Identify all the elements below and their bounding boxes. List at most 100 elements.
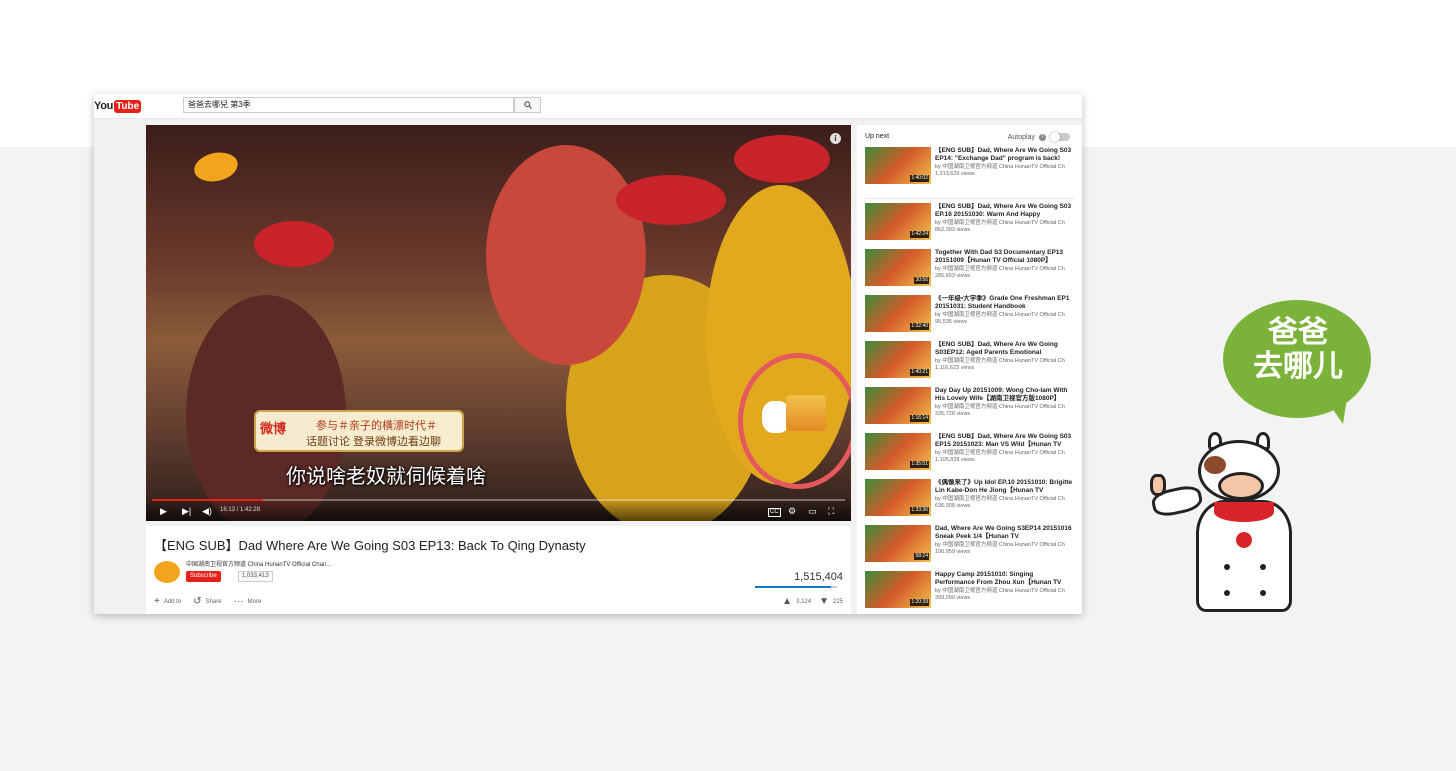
info-icon[interactable]: i xyxy=(830,133,841,144)
video-item-channel[interactable]: by 中国湖南卫视官方频道 China HunanTV Official Ch xyxy=(935,587,1074,595)
brand-bubble-tail xyxy=(1325,398,1347,424)
play-icon[interactable]: ▶ xyxy=(160,506,167,516)
video-item-title[interactable]: 【ENG SUB】Dad, Where Are We Going S03 EP.… xyxy=(935,203,1074,219)
search-button[interactable] xyxy=(514,97,541,113)
video-thumbnail[interactable]: 1:16:14 xyxy=(865,387,931,424)
up-next-item[interactable]: 1:35:51 【ENG SUB】Dad, Where Are We Going … xyxy=(865,433,1074,479)
video-item-title[interactable]: 《偶像来了》Up Idol EP.10 20151010: Brigitte L… xyxy=(935,479,1074,495)
logo-you-text: You xyxy=(94,100,114,112)
video-meta: Happy Camp 20151010: Singing Performance… xyxy=(931,571,1074,614)
up-next-item[interactable]: 1:42:24 【ENG SUB】Dad, Where Are We Going … xyxy=(865,203,1074,249)
share-button[interactable]: ↺ Share xyxy=(193,596,221,607)
up-next-item[interactable]: 1:40:02 【ENG SUB】Dad, Where Are We Going … xyxy=(865,147,1074,199)
up-next-item[interactable]: 30:56 Together With Dad S3 Documentary EP… xyxy=(865,249,1074,295)
video-item-title[interactable]: Day Day Up 20151009: Wong Cho-lam With H… xyxy=(935,387,1074,403)
video-thumbnail[interactable]: 58:24 xyxy=(865,525,931,562)
video-subtitle: 你说啥老奴就伺候着啥 xyxy=(286,466,486,488)
thumbs-down-icon[interactable]: ▼ xyxy=(819,596,829,607)
mascot-spot xyxy=(1204,456,1226,474)
brand-line-2: 去哪儿 xyxy=(1253,350,1343,383)
channel-avatar[interactable] xyxy=(154,561,180,583)
video-item-title[interactable]: Dad, Where Are We Going S3EP14 20151016 … xyxy=(935,525,1074,541)
up-next-item[interactable]: 1:16:14 Day Day Up 20151009: Wong Cho-lam… xyxy=(865,387,1074,433)
video-item-title[interactable]: 【ENG SUB】Dad, Where Are We Going S03EP12… xyxy=(935,341,1074,357)
video-meta: 【ENG SUB】Dad, Where Are We Going S03 EP1… xyxy=(931,147,1074,198)
settings-icon[interactable]: ⚙ xyxy=(788,506,796,516)
video-item-channel[interactable]: by 中国湖南卫视官方频道 China HunanTV Official Ch xyxy=(935,311,1074,319)
video-meta: Together With Dad S3 Documentary EP13 20… xyxy=(931,249,1074,295)
video-item-title[interactable]: Together With Dad S3 Documentary EP13 20… xyxy=(935,249,1074,265)
autoplay-toggle[interactable] xyxy=(1050,132,1070,142)
video-thumbnail[interactable]: 1:35:51 xyxy=(865,433,931,470)
channel-name[interactable]: 中国湖南卫视官方频道 China HunanTV Official Chan..… xyxy=(186,559,331,568)
share-icon: ↺ xyxy=(193,596,202,607)
video-thumbnail[interactable]: 1:33:36 xyxy=(865,479,931,516)
info-icon[interactable]: i xyxy=(1039,133,1046,141)
video-item-channel[interactable]: by 中国湖南卫视官方频道 China HunanTV Official Ch xyxy=(935,219,1074,227)
mascot-button xyxy=(1260,564,1266,570)
video-duration: 1:33:36 xyxy=(910,507,929,514)
video-duration: 30:56 xyxy=(914,277,929,284)
video-meta: 《偶像来了》Up Idol EP.10 20151010: Brigitte L… xyxy=(931,479,1074,525)
video-item-channel[interactable]: by 中国湖南卫视官方频道 China HunanTV Official Ch xyxy=(935,403,1074,411)
theater-icon[interactable]: ▭ xyxy=(808,506,817,516)
video-meta: 【ENG SUB】Dad, Where Are We Going S03EP12… xyxy=(931,341,1074,387)
video-item-channel[interactable]: by 中国湖南卫视官方频道 China HunanTV Official Ch xyxy=(935,163,1074,171)
plus-icon: + xyxy=(154,596,160,607)
video-item-title[interactable]: 【ENG SUB】Dad, Where Are We Going S03 EP1… xyxy=(935,433,1074,449)
video-duration: 1:40:21 xyxy=(910,369,929,376)
video-info-panel: 【ENG SUB】Dad Where Are We Going S03 EP13… xyxy=(146,526,851,614)
youtube-logo[interactable]: You Tube xyxy=(94,99,142,113)
video-item-channel[interactable]: by 中国湖南卫视官方频道 China HunanTV Official Ch xyxy=(935,449,1074,457)
video-item-title[interactable]: Happy Camp 20151010: Singing Performance… xyxy=(935,571,1074,587)
video-thumbnail[interactable]: 1:20:39 xyxy=(865,571,931,608)
cow-chef-mascot xyxy=(1148,430,1318,616)
mascot-badge xyxy=(1234,530,1254,550)
mascot-button xyxy=(1260,590,1266,596)
video-player[interactable]: i 微博 参与＃亲子的横漂时代＃ 话题讨论 登录微博边看边聊 你说啥老奴就伺候着… xyxy=(146,125,851,521)
video-item-title[interactable]: 《一年级•大学季》Grade One Freshman EP1 20151031… xyxy=(935,295,1074,311)
thumbs-up-icon[interactable]: ▲ xyxy=(782,596,792,607)
more-label: More xyxy=(247,598,262,605)
video-thumbnail[interactable]: 1:40:02 xyxy=(865,147,931,184)
video-item-channel[interactable]: by 中国湖南卫视官方频道 China HunanTV Official Ch xyxy=(935,495,1074,503)
video-thumbnail[interactable]: 1:40:21 xyxy=(865,341,931,378)
video-duration: 58:24 xyxy=(914,553,929,560)
progress-bar[interactable] xyxy=(152,499,845,501)
up-next-item[interactable]: 1:32:40 《一年级•大学季》Grade One Freshman EP1 2… xyxy=(865,295,1074,341)
video-thumbnail[interactable]: 30:56 xyxy=(865,249,931,286)
more-button[interactable]: ··· More xyxy=(234,596,262,607)
weibo-banner: 微博 参与＃亲子的横漂时代＃ 话题讨论 登录微博边看边聊 xyxy=(254,410,464,452)
video-item-views: 1,116,623 views xyxy=(935,365,975,371)
mascot-button xyxy=(1224,564,1230,570)
cc-icon[interactable]: CC xyxy=(768,508,781,517)
video-thumbnail[interactable]: 1:42:24 xyxy=(865,203,931,240)
like-count: 3,124 xyxy=(796,598,812,605)
action-row: + Add to ↺ Share ··· More xyxy=(154,596,273,607)
up-next-header: Up next Autoplay i xyxy=(865,132,1074,147)
up-next-sidebar: Up next Autoplay i 1:40:02 【ENG SUB】Dad, … xyxy=(857,125,1082,614)
video-duration: 1:35:51 xyxy=(910,461,929,468)
video-item-channel[interactable]: by 中国湖南卫视官方频道 China HunanTV Official Ch xyxy=(935,357,1074,365)
video-duration: 1:20:39 xyxy=(910,599,929,606)
up-next-item[interactable]: 1:40:21 【ENG SUB】Dad, Where Are We Going … xyxy=(865,341,1074,387)
weibo-hashtag: 参与＃亲子的横漂时代＃ xyxy=(316,420,437,432)
like-ratio-bar xyxy=(755,586,837,588)
subscribe-button[interactable]: Subscribe xyxy=(186,571,221,582)
next-icon[interactable]: ▶| xyxy=(182,506,191,516)
add-to-button[interactable]: + Add to xyxy=(154,596,181,607)
video-item-title[interactable]: 【ENG SUB】Dad, Where Are We Going S03 EP1… xyxy=(935,147,1074,163)
show-brand-logo: 爸爸 去哪儿 xyxy=(1215,290,1373,428)
video-item-channel[interactable]: by 中国湖南卫视官方频道 China HunanTV Official Ch xyxy=(935,265,1074,273)
video-item-views: 399,090 views xyxy=(935,595,971,601)
video-thumbnail[interactable]: 1:32:40 xyxy=(865,295,931,332)
fullscreen-icon[interactable]: ⛶ xyxy=(828,506,834,516)
up-next-item[interactable]: 1:20:39 Happy Camp 20151010: Singing Perf… xyxy=(865,571,1074,614)
search-input[interactable]: 爸爸去哪兒 第3季 xyxy=(183,97,514,113)
up-next-item[interactable]: 1:33:36 《偶像来了》Up Idol EP.10 20151010: Bri… xyxy=(865,479,1074,525)
up-next-item[interactable]: 58:24 Dad, Where Are We Going S3EP14 2015… xyxy=(865,525,1074,571)
scene-hat-left xyxy=(254,221,334,267)
volume-icon[interactable]: ◀) xyxy=(202,506,212,516)
video-item-channel[interactable]: by 中国湖南卫视官方频道 China HunanTV Official Ch xyxy=(935,541,1074,549)
mascot-thumb xyxy=(1150,474,1166,496)
